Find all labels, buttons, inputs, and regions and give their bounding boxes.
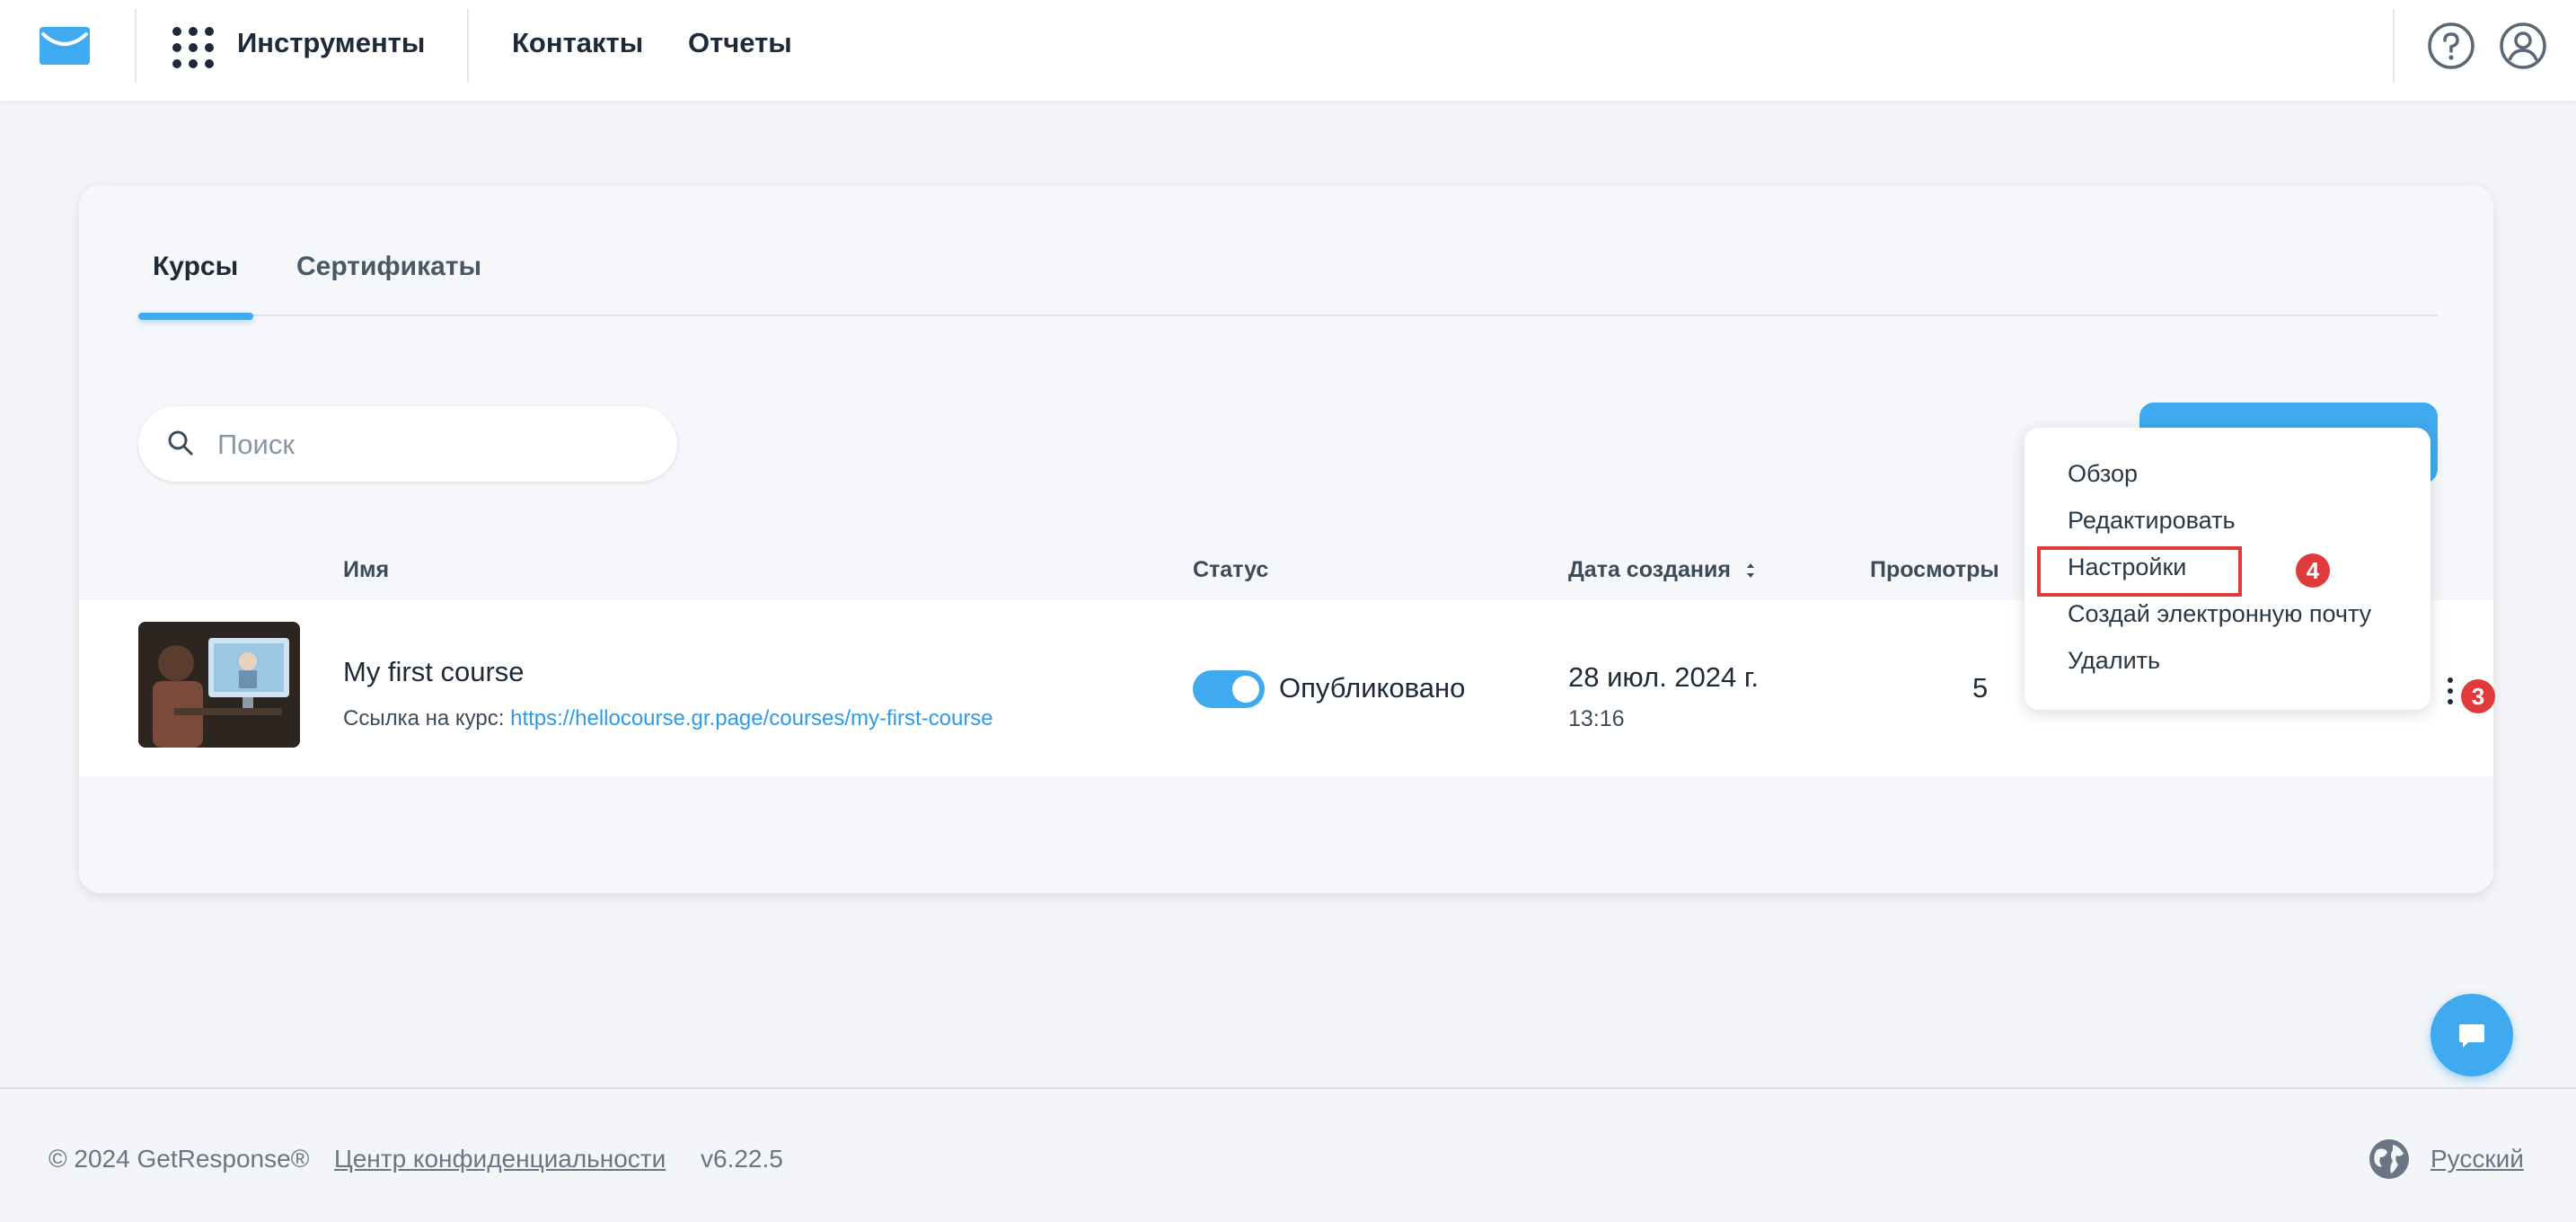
status-text: Опубликовано xyxy=(1279,672,1466,704)
nav-contacts[interactable]: Контакты xyxy=(512,27,643,59)
getresponse-logo[interactable] xyxy=(36,25,93,66)
column-views[interactable]: Просмотры xyxy=(1870,557,1999,583)
chat-icon xyxy=(2459,1024,2484,1048)
column-date-label: Дата создания xyxy=(1568,557,1731,582)
divider xyxy=(135,9,137,83)
annotation-badge-3: 3 xyxy=(2461,679,2495,713)
menu-item-create-email[interactable]: Создай электронную почту xyxy=(2068,600,2371,628)
tab-certificates[interactable]: Сертификаты xyxy=(296,252,481,282)
divider xyxy=(2393,9,2395,83)
privacy-center-link[interactable]: Центр конфиденциальности xyxy=(334,1145,666,1173)
top-bar: Инструменты Контакты Отчеты xyxy=(0,0,2576,101)
course-image xyxy=(138,622,300,748)
course-name[interactable]: My first course xyxy=(343,656,525,688)
chat-button[interactable] xyxy=(2430,994,2513,1076)
search-icon xyxy=(168,430,193,456)
created-date: 28 июл. 2024 г. xyxy=(1568,661,1760,693)
menu-item-delete[interactable]: Удалить xyxy=(2068,647,2160,675)
tab-courses[interactable]: Курсы xyxy=(153,252,238,282)
menu-item-overview[interactable]: Обзор xyxy=(2068,460,2138,488)
tabs-divider xyxy=(138,314,2438,316)
row-actions-menu: Обзор Редактировать Настройки Создай эле… xyxy=(2025,428,2430,710)
user-account-icon[interactable] xyxy=(2499,22,2547,70)
apps-grid-icon[interactable] xyxy=(172,27,214,68)
menu-item-edit[interactable]: Редактировать xyxy=(2068,507,2236,535)
active-tab-indicator xyxy=(138,313,253,320)
footer-copyright: © 2024 GetResponse® xyxy=(49,1145,310,1173)
course-thumbnail[interactable] xyxy=(138,622,300,748)
divider xyxy=(467,9,469,83)
search-box[interactable] xyxy=(138,406,677,482)
nav-reports[interactable]: Отчеты xyxy=(688,27,792,59)
globe-icon[interactable] xyxy=(2368,1138,2411,1181)
course-link-label: Ссылка на курс: xyxy=(343,706,505,731)
app-version: v6.22.5 xyxy=(701,1145,783,1173)
nav-tools[interactable]: Инструменты xyxy=(237,27,425,59)
column-name[interactable]: Имя xyxy=(343,557,389,583)
footer-divider xyxy=(0,1087,2576,1089)
footer-band xyxy=(0,978,2576,1089)
course-link[interactable]: https://hellocourse.gr.page/courses/my-f… xyxy=(510,706,993,731)
menu-item-settings[interactable]: Настройки xyxy=(2068,553,2186,581)
sort-icon[interactable] xyxy=(1744,560,1757,581)
help-icon[interactable] xyxy=(2427,22,2475,70)
course-link-row: Ссылка на курс: https://hellocourse.gr.p… xyxy=(343,706,993,731)
views-count: 5 xyxy=(1972,672,1989,704)
language-switcher[interactable]: Русский xyxy=(2430,1145,2524,1173)
column-date-created[interactable]: Дата создания xyxy=(1568,557,1757,583)
more-options-icon[interactable] xyxy=(2445,677,2456,713)
search-input[interactable] xyxy=(216,422,650,467)
publish-toggle[interactable] xyxy=(1193,670,1265,708)
annotation-badge-4: 4 xyxy=(2296,553,2330,588)
created-time: 13:16 xyxy=(1568,706,1625,731)
column-status[interactable]: Статус xyxy=(1193,557,1268,583)
